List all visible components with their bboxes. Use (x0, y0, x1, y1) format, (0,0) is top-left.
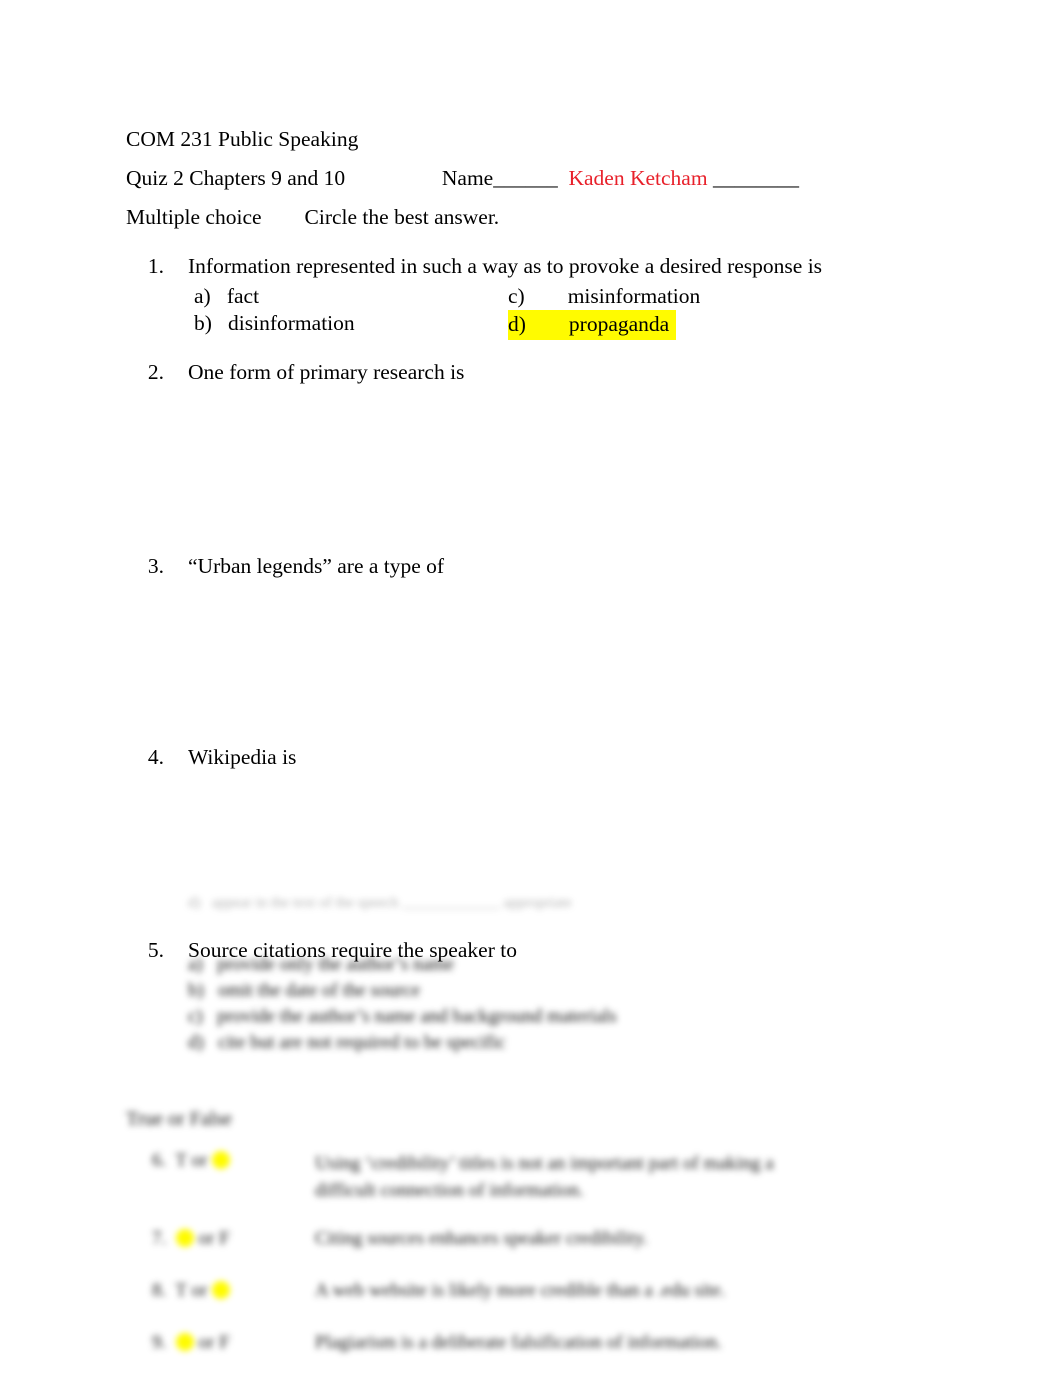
question-1-options: a) fact b) disinformation c) misinformat… (188, 283, 936, 340)
student-name: Kaden Ketcham (568, 166, 708, 190)
question-3: 3. “Urban legends” are a type of (126, 553, 936, 579)
tf-row-7-number: 7. (152, 1228, 167, 1249)
tf-row-7-f: F (219, 1228, 230, 1249)
question-2: 2. One form of primary research is (126, 359, 936, 385)
question-1-number: 1. (147, 254, 164, 278)
tf-row-8-marker (212, 1281, 231, 1299)
option-5a-label: provide only the author’s name (217, 954, 455, 975)
tf-row-8: 8. T or (152, 1280, 231, 1302)
option-1b: b) disinformation (194, 310, 355, 337)
tf-row-6-or: or (191, 1150, 208, 1171)
name-trailing: ________ (712, 166, 799, 190)
option-5b: b) (188, 980, 219, 1001)
tf-row-9: 9. or F (152, 1332, 230, 1354)
tf-row-8-statement: A web website is likely more credible th… (315, 1280, 726, 1301)
tf-row-8-number: 8. (152, 1280, 167, 1301)
tf-row-9-f: F (219, 1332, 230, 1353)
option-5b-label: omit the date of the source (218, 980, 421, 1001)
option-1b-letter: b) (194, 311, 212, 335)
document-body: COM 231 Public Speaking Quiz 2 Chapters … (126, 120, 936, 963)
question-3-number: 3. (147, 554, 164, 578)
tf-row-9-statement: Plagiarism is a deliberate falsification… (315, 1332, 722, 1353)
question-5-number: 5. (147, 938, 164, 962)
option-5d: d) (188, 1032, 219, 1053)
option-1a-label: fact (226, 284, 260, 308)
question-4-number: 4. (147, 745, 164, 769)
instructions: Multiple choice Circle the best answer. (126, 205, 500, 229)
question-5-options: a) provide only the author’s name b) omi… (188, 952, 617, 1056)
option-5c-label: provide the author’s name and background… (217, 1006, 617, 1027)
question-4-text: Wikipedia is (188, 745, 297, 769)
tf-row-9-number: 9. (152, 1332, 167, 1353)
option-1b-label: disinformation (228, 311, 355, 335)
tf-row-7-marker (175, 1229, 194, 1247)
question-1-text: Information represented in such a way as… (188, 254, 823, 278)
question-2-number: 2. (147, 360, 164, 384)
option-1c-label: misinformation (567, 284, 701, 308)
name-gap (558, 166, 569, 190)
option-1d-label: propaganda (568, 312, 670, 336)
tf-row-8-t: T (175, 1280, 187, 1301)
question-4: 4. Wikipedia is (126, 744, 936, 770)
question-4-line: 4. Wikipedia is (126, 744, 936, 770)
tf-row-6-t: T (175, 1150, 187, 1171)
true-false-heading: True or False (126, 1108, 232, 1130)
tf-row-6: 6. T or (152, 1150, 231, 1172)
option-1c-letter: c) (508, 284, 525, 308)
name-label: Name______ (441, 166, 558, 190)
option-5a: a) (188, 954, 218, 975)
tf-row-8-or: or (191, 1280, 208, 1301)
tf-row-6-number: 6. (152, 1150, 167, 1171)
question-3-line: 3. “Urban legends” are a type of (126, 553, 936, 579)
option-5d-label: cite but are not required to be specific (218, 1032, 506, 1053)
quiz-label: Quiz 2 Chapters 9 and 10 (126, 166, 346, 190)
option-1a: a) fact (194, 283, 259, 310)
tf-row-7-statement: Citing sources enhances speaker credibil… (315, 1228, 648, 1249)
question-3-text: “Urban legends” are a type of (188, 554, 445, 578)
course-title: COM 231 Public Speaking (126, 127, 359, 151)
name-spacer (345, 166, 442, 190)
quiz-name-row: Quiz 2 Chapters 9 and 10 Name______ Kade… (126, 159, 936, 198)
tf-row-6-marker (212, 1151, 231, 1169)
tf-row-9-marker (175, 1333, 194, 1351)
option-1c: c) misinformation (508, 283, 700, 310)
question-2-text: One form of primary research is (188, 360, 465, 384)
cut-off-option-line: d) appear in the text of the speech ____… (188, 895, 572, 911)
question-1: 1. Information represented in such a way… (126, 253, 936, 340)
question-2-line: 2. One form of primary research is (126, 359, 936, 385)
tf-row-7: 7. or F (152, 1228, 230, 1250)
option-5c: c) (188, 1006, 218, 1027)
question-1-line: 1. Information represented in such a way… (126, 253, 936, 279)
option-1a-letter: a) (194, 284, 211, 308)
tf-row-7-or: or (198, 1228, 215, 1249)
tf-row-9-or: or (198, 1332, 215, 1353)
tf-row-6-statement: Using ‘credibility’ titles is not an imp… (315, 1153, 774, 1201)
option-1d-letter: d) (508, 312, 526, 336)
document-page: COM 231 Public Speaking Quiz 2 Chapters … (0, 0, 1062, 1377)
option-1d: d) propaganda (508, 310, 677, 340)
